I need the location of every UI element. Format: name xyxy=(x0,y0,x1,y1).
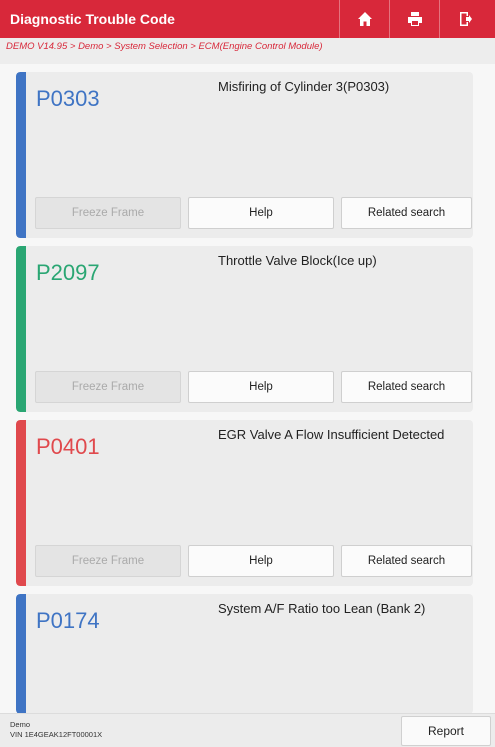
dtc-card: P0401 EGR Valve A Flow Insufficient Dete… xyxy=(16,420,473,586)
help-button[interactable]: Help xyxy=(188,371,334,403)
vehicle-info: Demo VIN 1E4GEAK12FT00001X xyxy=(10,720,102,740)
help-button[interactable]: Help xyxy=(188,545,334,577)
home-icon xyxy=(357,12,372,26)
vin-number: VIN 1E4GEAK12FT00001X xyxy=(10,730,103,739)
breadcrumb: DEMO V14.95 > Demo > System Selection > … xyxy=(0,38,495,64)
dtc-description: EGR Valve A Flow Insufficient Detected xyxy=(218,427,445,442)
severity-bar xyxy=(16,72,26,238)
dtc-description: System A/F Ratio too Lean (Bank 2) xyxy=(218,601,426,616)
print-icon xyxy=(407,12,422,26)
freeze-frame-button: Freeze Frame xyxy=(35,197,181,229)
help-button[interactable]: Help xyxy=(188,197,334,229)
related-search-button[interactable]: Related search xyxy=(341,545,472,577)
dtc-description: Misfiring of Cylinder 3(P0303) xyxy=(218,79,390,94)
vehicle-name: Demo xyxy=(10,720,31,729)
dtc-code: P0401 xyxy=(36,434,100,459)
dtc-description: Throttle Valve Block(Ice up) xyxy=(218,253,377,268)
home-button[interactable] xyxy=(339,0,389,38)
report-button[interactable]: Report xyxy=(401,716,491,746)
dtc-list: P0303 Misfiring of Cylinder 3(P0303) Fre… xyxy=(16,72,473,722)
title-bar: Diagnostic Trouble Code xyxy=(0,0,495,38)
dtc-card: P0303 Misfiring of Cylinder 3(P0303) Fre… xyxy=(16,72,473,238)
dtc-card: P0174 System A/F Ratio too Lean (Bank 2) xyxy=(16,594,473,714)
related-search-button[interactable]: Related search xyxy=(341,371,472,403)
dtc-code: P0174 xyxy=(36,608,100,633)
page-title: Diagnostic Trouble Code xyxy=(10,11,175,27)
related-search-button[interactable]: Related search xyxy=(341,197,472,229)
freeze-frame-button: Freeze Frame xyxy=(35,545,181,577)
dtc-code: P0303 xyxy=(36,86,100,111)
print-button[interactable] xyxy=(389,0,439,38)
dtc-code: P2097 xyxy=(36,260,100,285)
severity-bar xyxy=(16,594,26,714)
status-footer: Demo VIN 1E4GEAK12FT00001X Report xyxy=(0,713,495,747)
exit-button[interactable] xyxy=(439,0,489,38)
exit-icon xyxy=(459,12,472,26)
freeze-frame-button: Freeze Frame xyxy=(35,371,181,403)
dtc-card: P2097 Throttle Valve Block(Ice up) Freez… xyxy=(16,246,473,412)
severity-bar xyxy=(16,246,26,412)
severity-bar xyxy=(16,420,26,586)
